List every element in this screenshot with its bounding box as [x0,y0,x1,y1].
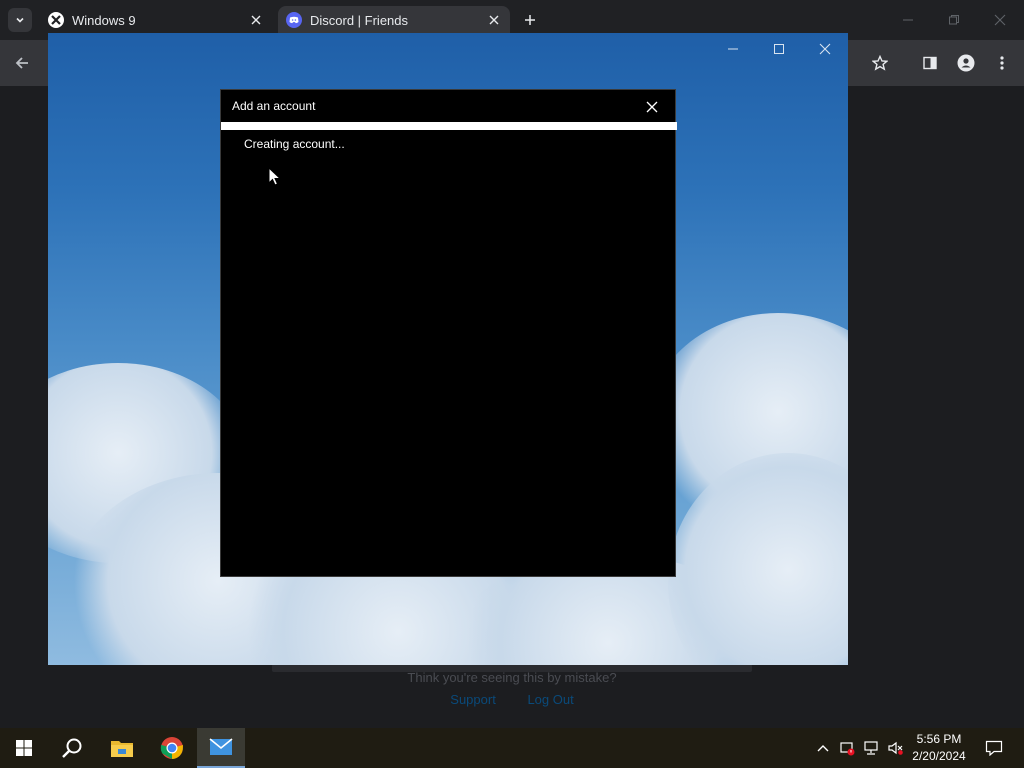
show-hidden-icons-button[interactable] [814,728,832,768]
security-warning-icon [840,742,855,756]
progress-bar [221,122,677,130]
search-button[interactable] [48,728,96,768]
mail-button[interactable] [197,728,245,768]
tab-discord[interactable]: Discord | Friends [278,6,510,34]
more-vert-icon [1000,56,1004,70]
file-explorer-button[interactable] [98,728,146,768]
chrome-button[interactable] [148,728,196,768]
mail-icon [209,738,233,755]
minimize-icon [903,19,913,21]
menu-button[interactable] [990,51,1014,75]
tab-title: Discord | Friends [310,12,409,28]
profile-icon [957,54,975,72]
network-icon [864,741,878,755]
volume-tray-button[interactable] [886,728,904,768]
clock-time: 5:56 PM [916,732,962,746]
chevron-down-icon [16,17,24,23]
mistake-hint: Think you're seeing this by mistake? [407,670,617,685]
support-link[interactable]: Support [450,692,496,707]
close-browser-button[interactable] [986,8,1014,32]
volume-muted-icon [888,741,903,755]
search-icon [62,738,82,758]
tab-title: Windows 9 [72,12,136,28]
restore-icon [949,15,959,25]
star-icon [872,55,888,71]
start-icon [16,740,32,756]
close-icon [646,101,658,113]
plus-icon [525,15,535,25]
restore-browser-button[interactable] [940,8,968,32]
new-tab-button[interactable] [518,10,542,30]
clock-date: 2/20/2024 [912,749,966,763]
back-button[interactable] [10,51,34,75]
app-close-button[interactable] [810,39,840,59]
chevron-up-icon [817,745,829,752]
dialog-close-button[interactable] [643,98,661,116]
dialog-title: Add an account [232,99,316,113]
profile-button[interactable] [954,51,978,75]
windows-taskbar: 5:56 PM 2/20/2024 [0,728,1024,768]
side-panel-button[interactable] [918,51,942,75]
app-minimize-button[interactable] [718,39,748,59]
taskbar-clock[interactable]: 5:56 PM 2/20/2024 [904,731,974,765]
discord-icon [286,12,302,28]
close-tab-icon[interactable] [246,10,266,30]
windows9-icon [48,12,64,28]
notification-icon [985,740,1003,756]
page-links: Support Log Out [0,692,1024,707]
progress-fill [221,122,677,130]
side-panel-icon [923,56,937,70]
close-icon [819,43,831,55]
mouse-cursor-icon [268,167,282,186]
add-account-dialog: Add an account Creating account... [220,89,677,577]
app-maximize-button[interactable] [764,39,794,59]
maximize-icon [774,44,784,54]
status-text: Creating account... [244,137,345,151]
network-tray-button[interactable] [862,728,880,768]
action-center-button[interactable] [974,728,1014,768]
bookmark-button[interactable] [868,51,892,75]
file-explorer-icon [111,741,133,757]
close-tab-icon[interactable] [484,10,504,30]
logout-link[interactable]: Log Out [527,692,573,707]
close-icon [994,14,1006,26]
minimize-browser-button[interactable] [894,8,922,32]
arrow-left-icon [15,57,28,69]
start-button[interactable] [0,728,48,768]
tab-search-button[interactable] [8,8,32,32]
tab-windows9[interactable]: Windows 9 [40,6,272,34]
security-tray-button[interactable] [838,728,856,768]
minimize-icon [728,48,738,50]
chrome-icon [160,737,183,759]
